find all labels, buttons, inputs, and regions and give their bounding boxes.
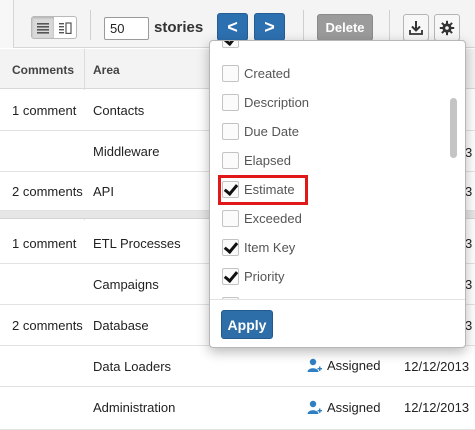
assign-user-icon	[307, 358, 322, 372]
previous-page-button[interactable]: <	[217, 13, 248, 41]
date-cell: 3	[465, 236, 473, 251]
next-page-button[interactable]: >	[254, 13, 285, 41]
area-cell: API	[93, 184, 114, 199]
date-cell: 12/12/2013	[404, 359, 470, 374]
story-grid-screen: stories < > Delete	[0, 0, 475, 430]
gear-icon	[439, 20, 455, 35]
dropdown-scrollbar[interactable]	[450, 98, 457, 158]
chevron-left-icon: <	[227, 16, 238, 37]
checkbox[interactable]	[222, 122, 239, 140]
apply-button-label: Apply	[227, 316, 267, 333]
column-header-area[interactable]: Area	[93, 63, 120, 77]
checkbox[interactable]	[222, 41, 239, 48]
column-option-elapsed[interactable]: Elapsed	[222, 149, 291, 171]
apply-button[interactable]: Apply	[221, 310, 273, 339]
date-cell: 3	[465, 184, 473, 199]
checkbox[interactable]	[222, 64, 239, 82]
status-label: Assigned	[327, 358, 381, 373]
comments-cell[interactable]: 1 comment	[12, 236, 76, 251]
download-button[interactable]	[403, 14, 429, 41]
stories-count-input[interactable]	[104, 17, 149, 40]
area-cell: Contacts	[93, 103, 145, 118]
delete-button-label: Delete	[325, 20, 365, 35]
comments-cell[interactable]: 1 comment	[12, 103, 76, 118]
checkbox[interactable]	[222, 238, 239, 256]
list-view-button[interactable]	[32, 17, 54, 38]
column-option[interactable]	[222, 41, 244, 50]
column-option-label: Priority	[244, 268, 285, 284]
area-cell: Data Loaders	[93, 359, 172, 374]
column-option-item-key[interactable]: Item Key	[222, 236, 295, 258]
date-cell: 3	[465, 318, 473, 333]
toolbar-edge	[0, 0, 14, 48]
comments-cell[interactable]: 2 comments	[12, 184, 83, 199]
table-row[interactable]: Administration Assigned 12/12/2013	[0, 387, 475, 430]
column-option-due-date[interactable]: Due Date	[222, 120, 299, 142]
settings-button[interactable]	[434, 14, 460, 41]
column-option-exceeded[interactable]: Exceeded	[222, 207, 302, 229]
detail-view-icon	[59, 21, 72, 34]
comments-cell[interactable]: 2 comments	[12, 318, 83, 333]
column-chooser-dropdown: Created Description Due Date Elapsed Est…	[209, 40, 466, 348]
dropdown-divider	[210, 299, 465, 300]
date-cell: 3	[465, 145, 473, 160]
column-option-label: Due Date	[244, 123, 299, 139]
column-option-label: Exceeded	[244, 210, 302, 226]
chevron-right-icon: >	[264, 16, 275, 37]
table-row[interactable]: Data Loaders Assigned 12/12/2013	[0, 346, 475, 387]
column-option-label: Created	[244, 65, 291, 81]
toolbar-separator	[303, 10, 304, 40]
status-cell[interactable]: Assigned	[307, 400, 380, 415]
column-option-priority[interactable]: Priority	[222, 265, 284, 287]
assign-user-icon	[307, 400, 322, 414]
delete-button[interactable]: Delete	[317, 14, 373, 41]
stories-label: stories	[154, 19, 204, 36]
toolbar-separator	[389, 10, 390, 40]
download-icon	[409, 20, 423, 35]
column-header-comments[interactable]: Comments	[12, 63, 74, 77]
date-cell: 12/12/2013	[404, 400, 470, 415]
column-option-description[interactable]: Description	[222, 91, 309, 113]
checkbox[interactable]	[222, 151, 239, 169]
checkbox[interactable]	[222, 209, 239, 227]
area-cell: Campaigns	[93, 277, 159, 292]
checkbox[interactable]	[222, 267, 239, 285]
area-cell: Middleware	[93, 144, 160, 159]
column-option-label: Item Key	[244, 239, 296, 255]
column-option-created[interactable]: Created	[222, 62, 290, 84]
column-option-label: Elapsed	[244, 152, 291, 168]
view-toggle	[31, 16, 77, 39]
list-view-icon	[37, 22, 49, 34]
area-cell: ETL Processes	[93, 236, 181, 251]
toolbar-separator	[90, 10, 91, 40]
status-label: Assigned	[327, 400, 381, 415]
status-cell[interactable]: Assigned	[307, 358, 380, 373]
estimate-highlight-box	[218, 175, 308, 205]
date-cell: 3	[465, 277, 473, 292]
detail-view-button[interactable]	[54, 17, 76, 38]
checkbox[interactable]	[222, 93, 239, 111]
area-cell: Administration	[93, 400, 176, 415]
column-option-list[interactable]: Created Description Due Date Elapsed Est…	[210, 41, 450, 299]
column-option-label: Description	[244, 94, 310, 110]
area-cell: Database	[93, 318, 149, 333]
